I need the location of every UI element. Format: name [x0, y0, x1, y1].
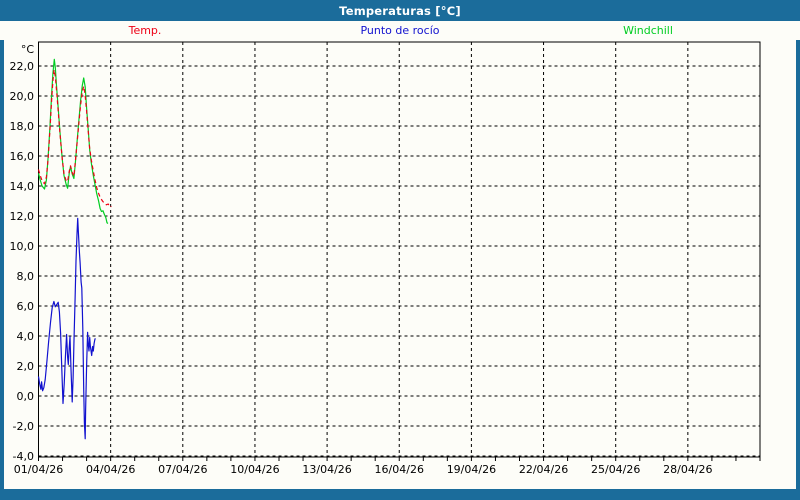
- window-border-right: [796, 40, 800, 489]
- window-title: Temperaturas [°C]: [339, 3, 461, 18]
- chart-window: Temperaturas [°C] Temp. Punto de rocío W…: [0, 0, 800, 500]
- legend-item-temp: Temp.: [128, 24, 162, 37]
- chart-panel: Temp. Punto de rocío Windchill: [0, 21, 800, 489]
- window-border-left: [0, 40, 4, 489]
- legend-item-dew-point: Punto de rocío: [360, 24, 440, 37]
- legend-item-windchill: Windchill: [623, 24, 673, 37]
- title-bar: Temperaturas [°C]: [0, 0, 800, 21]
